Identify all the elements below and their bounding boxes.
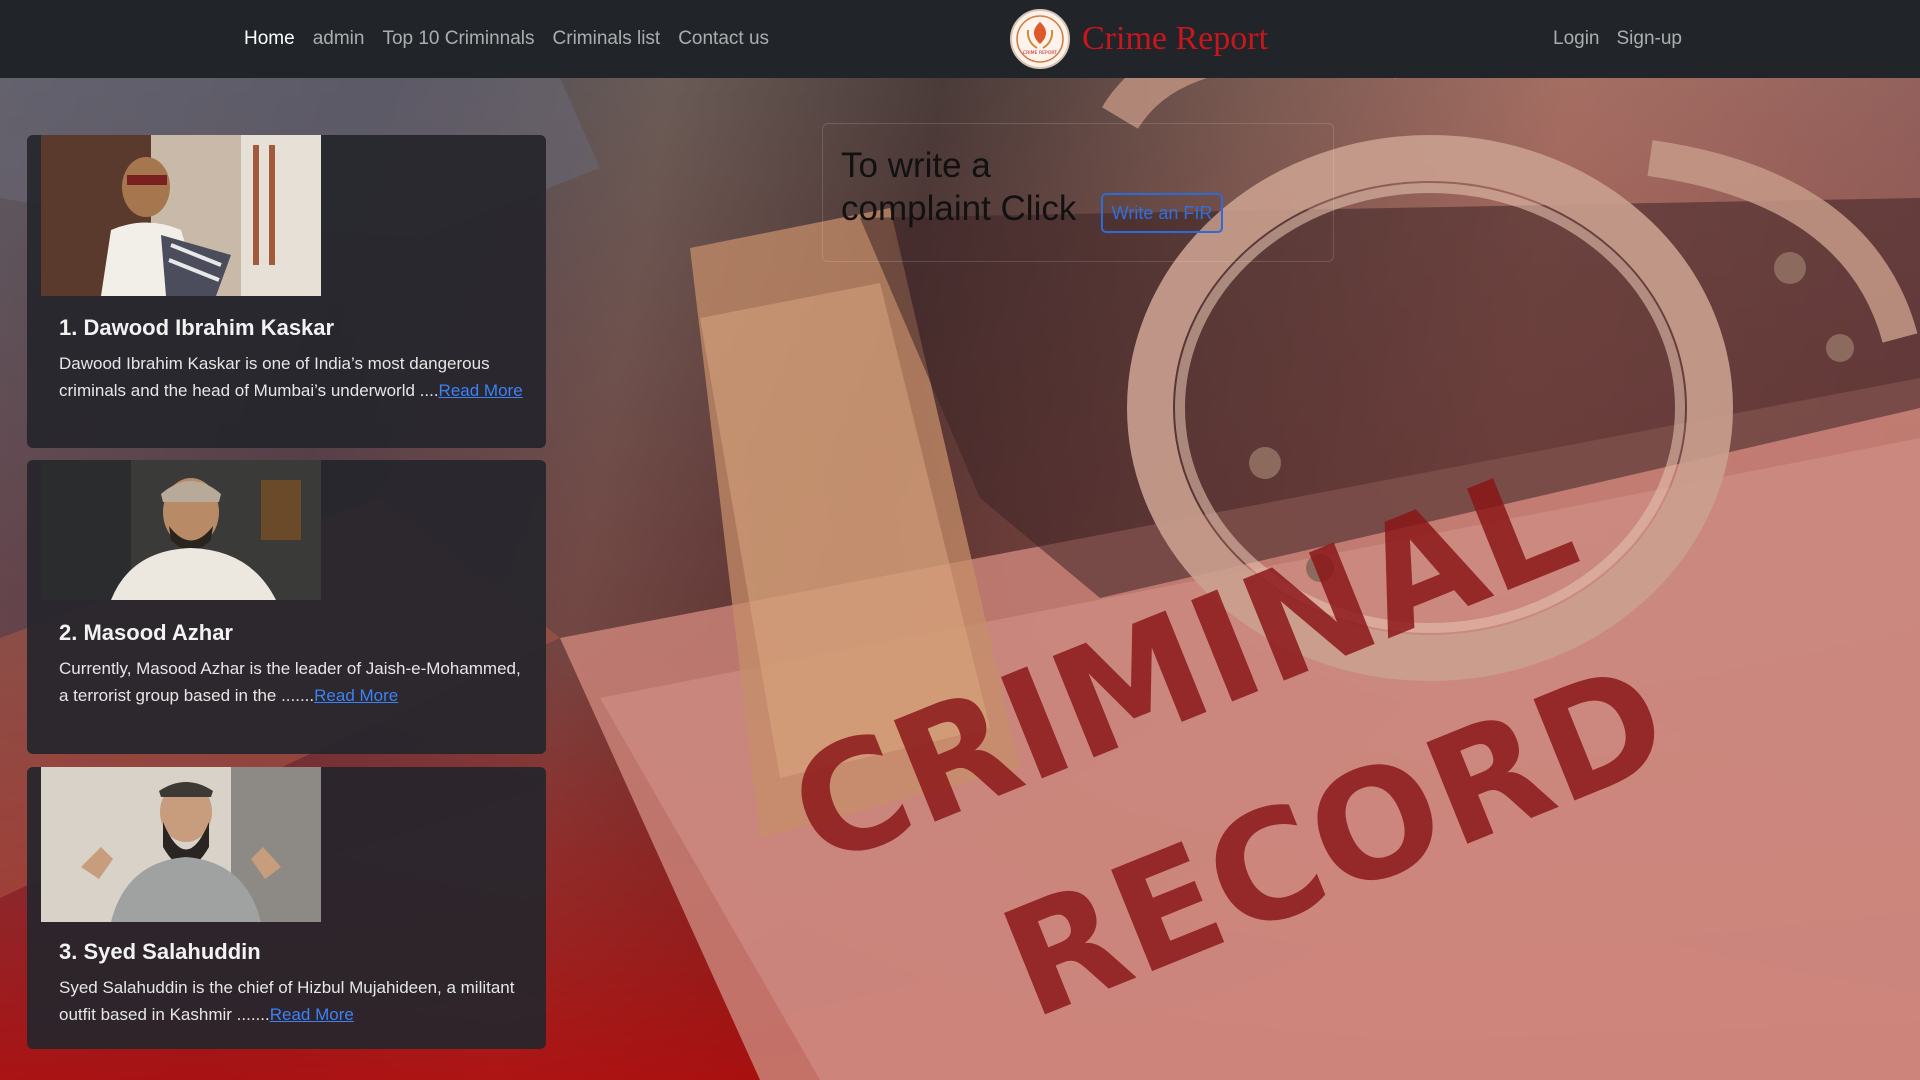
signup-link[interactable]: Sign-up <box>1617 28 1683 50</box>
auth-links: Login Sign-up <box>1553 0 1699 78</box>
nav-contact-link[interactable]: Contact us <box>678 28 769 50</box>
nav-top10-link[interactable]: Top 10 Criminnals <box>382 28 534 50</box>
criminal-summary: Currently, Masood Azhar is the leader of… <box>59 655 529 709</box>
read-more-link[interactable]: Read More <box>439 381 523 400</box>
write-fir-button[interactable]: Write an FIR <box>1101 193 1223 233</box>
criminal-photo <box>41 767 321 922</box>
complaint-heading: To write a complaint Click <box>841 146 1077 228</box>
brand-title: Crime Report <box>1082 20 1269 57</box>
criminal-card: 1. Dawood Ibrahim Kaskar Dawood Ibrahim … <box>27 135 546 448</box>
criminal-card: 3. Syed Salahuddin Syed Salahuddin is th… <box>27 767 546 1049</box>
summary-text: Dawood Ibrahim Kaskar is one of India’s … <box>59 354 490 400</box>
complaint-box: To write a complaint Click Write an FIR <box>822 123 1334 262</box>
nav-admin-link[interactable]: admin <box>313 28 365 50</box>
criminal-name: 3. Syed Salahuddin <box>59 939 261 964</box>
read-more-link[interactable]: Read More <box>314 686 398 705</box>
criminal-summary: Dawood Ibrahim Kaskar is one of India’s … <box>59 350 529 404</box>
nav-links: Home admin Top 10 Criminnals Criminals l… <box>244 0 787 78</box>
summary-text: Currently, Masood Azhar is the leader of… <box>59 659 521 705</box>
nav-criminals-list-link[interactable]: Criminals list <box>553 28 661 50</box>
brand[interactable]: CRIME REPORT Crime Report <box>1010 8 1268 70</box>
criminal-photo <box>41 135 321 296</box>
top-navbar: Home admin Top 10 Criminnals Criminals l… <box>0 0 1920 78</box>
logo-text: CRIME REPORT <box>1023 50 1057 56</box>
login-link[interactable]: Login <box>1553 28 1600 50</box>
criminal-card: 2. Masood Azhar Currently, Masood Azhar … <box>27 460 546 754</box>
criminal-photo <box>41 460 321 600</box>
read-more-link[interactable]: Read More <box>270 1005 354 1024</box>
brand-logo-icon: CRIME REPORT <box>1010 9 1070 69</box>
criminal-name: 2. Masood Azhar <box>59 620 233 645</box>
criminal-summary: Syed Salahuddin is the chief of Hizbul M… <box>59 974 529 1028</box>
criminal-name: 1. Dawood Ibrahim Kaskar <box>59 315 335 340</box>
nav-home-link[interactable]: Home <box>244 28 295 50</box>
